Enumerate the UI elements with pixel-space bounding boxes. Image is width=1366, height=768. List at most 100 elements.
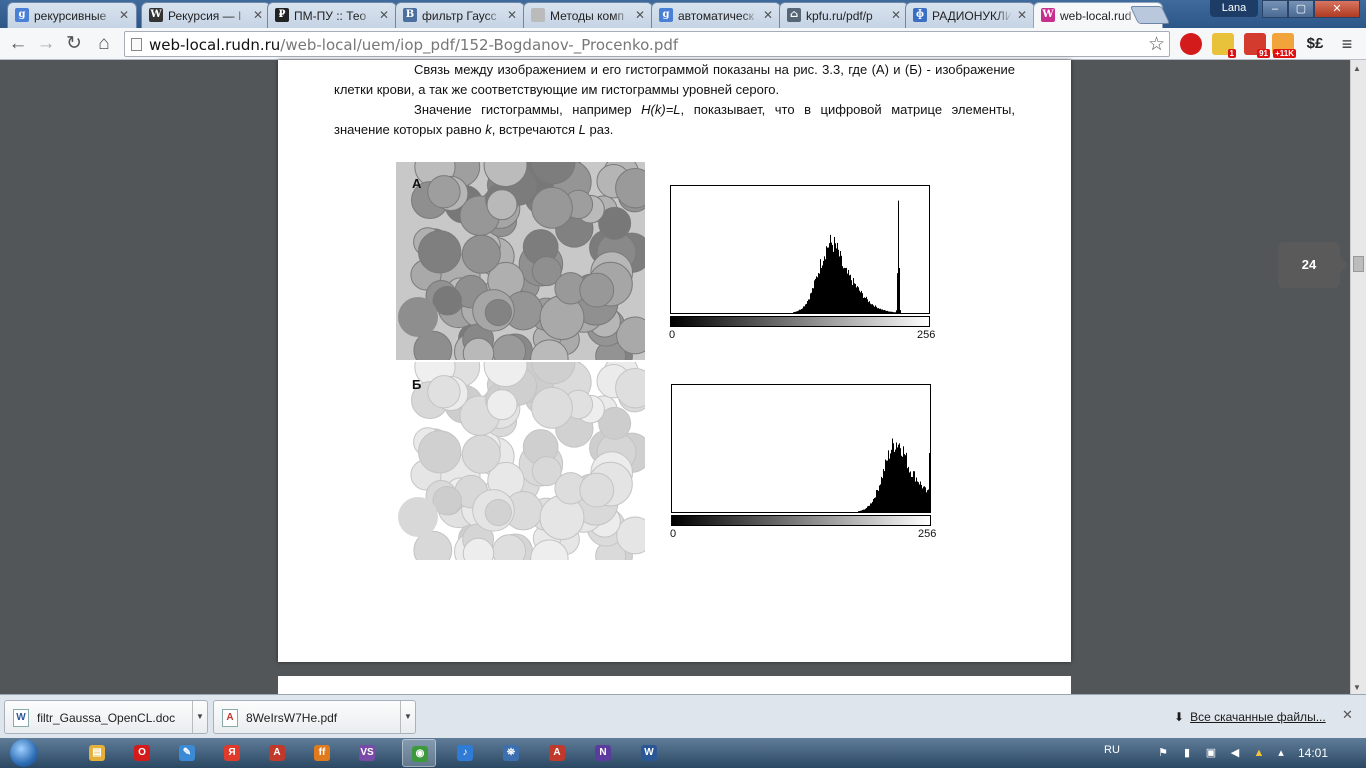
taskbar-opera[interactable]: O	[125, 739, 159, 767]
volume-icon[interactable]: ◀	[1228, 746, 1242, 760]
download-item[interactable]: A 8WeIrsW7He.pdf ▼	[213, 700, 416, 734]
taskbar-chrome[interactable]: ◉	[402, 739, 436, 767]
weather-extension-icon[interactable]: +11K	[1272, 33, 1296, 58]
figure-label-b: Б	[412, 377, 422, 392]
tab-close-icon[interactable]: ✕	[635, 8, 645, 22]
start-button[interactable]	[8, 738, 42, 768]
histogram-a-min-label: 0	[669, 329, 676, 341]
opera-icon: O	[134, 745, 150, 761]
tab-title: ПМ-ПУ :: Тео	[294, 9, 367, 23]
close-window-button[interactable]: ✕	[1314, 0, 1360, 18]
download-filename: 8WeIrsW7He.pdf	[246, 711, 338, 725]
tab-close-icon[interactable]: ✕	[379, 8, 389, 22]
device-icon[interactable]: ▣	[1204, 746, 1218, 760]
tab-3[interactable]: ₽ ПМ-ПУ :: Тео ✕	[267, 2, 397, 28]
tab-close-icon[interactable]: ✕	[253, 8, 263, 22]
taskbar-explorer[interactable]: ▤	[80, 739, 114, 767]
scroll-up-arrow-icon[interactable]: ▲	[1353, 64, 1361, 73]
file-icon: W	[13, 709, 29, 727]
download-shelf: Wfiltr_Gaussa_OpenCL.doc ▼ A 8WeIrsW7He.pdf…	[0, 694, 1366, 738]
language-indicator[interactable]: RU	[1104, 744, 1120, 756]
tab-8[interactable]: ɸ РАДИОНУКЛИ ✕	[905, 2, 1035, 28]
blood-cell-shape	[427, 375, 461, 409]
paint-icon: ✎	[179, 745, 195, 761]
download-item[interactable]: Wfiltr_Gaussa_OpenCL.doc ▼	[4, 700, 208, 734]
tab-close-icon[interactable]: ✕	[763, 8, 773, 22]
tab-6[interactable]: g автоматическ ✕	[651, 2, 781, 28]
tab-title: РАДИОНУКЛИ	[932, 9, 1012, 23]
extension-badge-icon[interactable]: 1	[1212, 33, 1236, 58]
firefox-icon: ff	[314, 745, 330, 761]
blood-cell-image-a-graphic	[398, 162, 645, 360]
text-run: раз.	[585, 122, 614, 137]
currency-extension-icon[interactable]: $£	[1304, 33, 1326, 55]
home-button[interactable]: ⌂	[92, 32, 116, 56]
page-icon	[131, 38, 142, 51]
tab-title: Методы комп	[550, 9, 624, 23]
maximize-button[interactable]: ▢	[1288, 0, 1314, 18]
taskbar-pdf-reader[interactable]: A	[540, 739, 574, 767]
tab-title: web-local.rud	[1060, 9, 1132, 23]
tab-close-icon[interactable]: ✕	[119, 8, 129, 22]
pdf-page: Связь между изображением и его гистограм…	[278, 60, 1071, 662]
taskbar-paint[interactable]: ✎	[170, 739, 204, 767]
user-profile-badge[interactable]: Lana	[1210, 0, 1258, 17]
blood-cell-shape	[579, 472, 615, 508]
gmail-extension-icon[interactable]: 91	[1244, 33, 1270, 58]
forward-button[interactable]: →	[34, 32, 58, 56]
taskbar-visualstudio[interactable]: VS	[350, 739, 384, 767]
scrollbar-thumb[interactable]	[1353, 256, 1364, 272]
taskbar-acrobat[interactable]: A	[260, 739, 294, 767]
taskbar-word[interactable]: W	[632, 739, 666, 767]
tab-2[interactable]: W Рекурсия — I ✕	[141, 2, 271, 28]
taskbar-onenote[interactable]: N	[586, 739, 620, 767]
vertical-scrollbar[interactable]: ▲ ▼	[1350, 60, 1366, 694]
google-drive-icon[interactable]: ▲	[1252, 746, 1266, 760]
blood-cell-shape	[461, 434, 501, 474]
windows-taskbar: ▤ O ✎ Я Aff VS ◉ ♪ ⛯ A N W RU ⚑ ▮ ▣ ◀ ▲ ▴ 14:01	[0, 738, 1366, 768]
tab-close-icon[interactable]: ✕	[507, 8, 517, 22]
bookmark-star-icon[interactable]: ☆	[1148, 33, 1165, 56]
show-hidden-icon[interactable]: ▴	[1274, 746, 1288, 760]
file-icon: A	[222, 709, 238, 727]
minimize-button[interactable]: –	[1262, 0, 1288, 18]
taskbar-maps[interactable]: ⛯	[494, 739, 528, 767]
tab-close-icon[interactable]: ✕	[891, 8, 901, 22]
tab-4[interactable]: Bфильтр Гаусс ✕	[395, 2, 525, 28]
address-bar[interactable]: web-local.rudn.ru/web-local/uem/iop_pdf/…	[124, 31, 1170, 57]
flag-icon[interactable]: ⚑	[1156, 746, 1170, 760]
tab-7[interactable]: ⌂ kpfu.ru/pdf/p ✕	[779, 2, 909, 28]
tab-1[interactable]: g рекурсивные ✕	[7, 2, 137, 28]
network-signal-icon[interactable]: ▮	[1180, 746, 1194, 760]
visualstudio-icon: VS	[359, 745, 375, 761]
all-downloads-link[interactable]: ⬇ Все скачанные файлы...	[1174, 710, 1326, 724]
paragraph-figure-intro: Связь между изображением и его гистограм…	[334, 62, 1015, 97]
tab-title: рекурсивные	[34, 9, 107, 23]
download-menu-arrow-icon[interactable]: ▼	[400, 701, 415, 733]
blood-cell-shape	[432, 285, 462, 316]
extension-badge-count: 1	[1227, 49, 1236, 58]
tab-close-icon[interactable]: ✕	[1017, 8, 1027, 22]
taskbar-itunes[interactable]: ♪	[448, 739, 482, 767]
close-shelf-icon[interactable]: ✕	[1342, 707, 1353, 723]
itunes-icon: ♪	[457, 745, 473, 761]
vk-icon: B	[403, 8, 417, 22]
download-menu-arrow-icon[interactable]: ▼	[192, 701, 207, 733]
histogram-a-max-label: 256	[917, 329, 936, 341]
phi-icon: ɸ	[913, 8, 927, 22]
tab-5[interactable]: Методы комп ✕	[523, 2, 653, 28]
wikipedia-icon: W	[149, 8, 163, 22]
blood-cell-shape	[579, 272, 615, 308]
reload-button[interactable]: ↻	[62, 32, 86, 56]
opera-extension-icon[interactable]	[1180, 33, 1202, 55]
tab-title: фильтр Гаусс	[422, 9, 497, 23]
clock[interactable]: 14:01	[1298, 746, 1328, 760]
url-text[interactable]: web-local.rudn.ru/web-local/uem/iop_pdf/…	[149, 36, 678, 54]
scroll-down-arrow-icon[interactable]: ▼	[1353, 683, 1361, 692]
taskbar-yandex[interactable]: Я	[215, 739, 249, 767]
back-button[interactable]: ←	[6, 32, 30, 56]
menu-icon[interactable]: ≡	[1336, 33, 1358, 55]
taskbar-firefox[interactable]: ff	[305, 739, 339, 767]
paragraph-histogram-definition: Значение гистограммы, например H(k)=L, п…	[334, 100, 1015, 140]
blood-cell-shape	[461, 234, 501, 274]
